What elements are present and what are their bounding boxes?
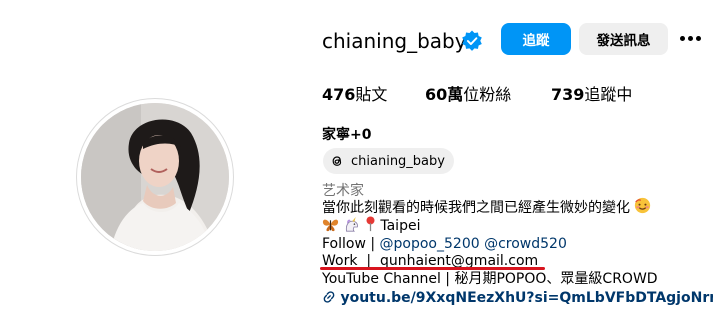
following-label: 追蹤中 — [584, 85, 633, 104]
threads-badge[interactable]: chianing_baby — [323, 148, 454, 174]
followers-stat[interactable]: 60萬位粉絲 — [425, 84, 511, 106]
avatar-photo — [81, 103, 229, 251]
threads-handle: chianing_baby — [351, 153, 445, 169]
message-button[interactable]: 發送訊息 — [579, 23, 668, 55]
followers-count: 60萬 — [425, 85, 464, 104]
verified-badge-icon — [462, 30, 482, 51]
butterfly-icon — [322, 219, 339, 232]
follow-handles-link[interactable]: @popoo_5200 @crowd520 — [380, 236, 567, 252]
pin-icon — [366, 216, 375, 232]
bio-line-2: Taipei — [322, 216, 420, 235]
posts-label: 貼文 — [355, 85, 388, 104]
following-stat[interactable]: 739追蹤中 — [551, 84, 632, 106]
following-count: 739 — [551, 85, 585, 104]
username: chianing_baby — [322, 29, 467, 53]
unicorn-icon — [346, 217, 359, 232]
posts-count: 476 — [322, 85, 356, 104]
avatar[interactable] — [81, 103, 229, 251]
youtube-text: YouTube Channel | 秘月期POPOO、眾量級CROWD — [322, 271, 658, 287]
bio-line-youtube: YouTube Channel | 秘月期POPOO、眾量級CROWD — [322, 270, 658, 288]
posts-stat: 476貼文 — [322, 84, 387, 106]
link-icon — [323, 291, 335, 303]
followers-label: 位粉絲 — [463, 85, 512, 104]
bio-link[interactable]: youtu.be/9XxqNEezXhU?si=QmLbVFbDTAgjoNrm — [340, 290, 713, 306]
bio-text-1: 當你此刻觀看的時候我們之間已經產生微妙的變化 — [322, 200, 630, 216]
bio-line-1: 當你此刻觀看的時候我們之間已經產生微妙的變化 — [322, 197, 651, 217]
follow-prefix: Follow | — [322, 236, 380, 252]
bio-link-row[interactable]: youtu.be/9XxqNEezXhU?si=QmLbVFbDTAgjoNrm — [322, 289, 713, 307]
follow-button[interactable]: 追蹤 — [501, 23, 571, 55]
avatar-ring[interactable] — [76, 98, 234, 256]
more-options-icon[interactable] — [680, 36, 702, 42]
threads-icon — [332, 156, 342, 166]
full-name: 家寧+0 — [322, 127, 372, 143]
smiling-face-icon — [635, 197, 651, 214]
bio-line-follow: Follow | @popoo_5200 @crowd520 — [322, 235, 567, 253]
bio-location: Taipei — [380, 218, 421, 234]
